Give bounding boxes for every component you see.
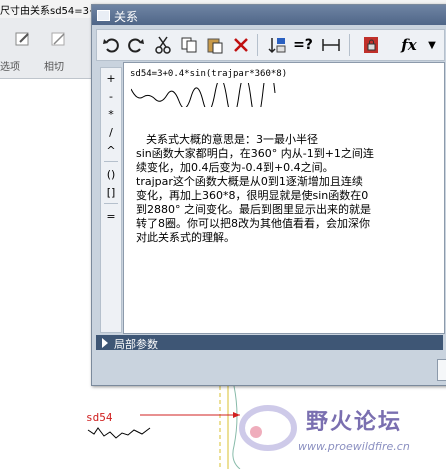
watermark-title: 野火论坛	[306, 410, 403, 435]
scroll-button[interactable]	[437, 359, 446, 381]
note-line: 到2880° 之间变化。最后到图里显示出来的就是	[136, 203, 371, 216]
expand-arrow-icon[interactable]	[102, 338, 108, 348]
power-operator-button[interactable]: ^	[101, 144, 121, 157]
toolbar-separator	[257, 34, 258, 56]
toolbar-separator	[349, 34, 350, 56]
relations-dialog: 关系 =? fx ▼ + - * / ^ () [] = sd54=3+0.4*…	[91, 4, 446, 386]
sine-wave-sketch	[131, 83, 276, 107]
delete-icon[interactable]	[229, 33, 253, 57]
brackets-operator-button[interactable]: []	[101, 186, 121, 199]
dimension-label-sd54[interactable]: sd54	[86, 411, 113, 424]
copy-icon[interactable]	[177, 33, 201, 57]
function-icon[interactable]: fx	[397, 33, 421, 57]
redo-icon[interactable]	[124, 33, 148, 57]
relation-expression[interactable]: sd54=3+0.4*sin(trajpar*360*8)	[130, 69, 287, 79]
plus-operator-button[interactable]: +	[101, 72, 121, 85]
relations-editor[interactable]: sd54=3+0.4*sin(trajpar*360*8) 关系式大概的意思是：…	[123, 62, 445, 334]
note-line: sin函数大家都明白，在360° 内从-1到+1之间连	[136, 147, 374, 160]
sort-icon[interactable]	[265, 33, 289, 57]
explanation-note: 关系式大概的意思是：3一最小半径 sin函数大家都明白，在360° 内从-1到+…	[136, 133, 436, 245]
multiply-operator-button[interactable]: *	[101, 108, 121, 121]
note-line: trajpar这个函数大概是从0到1逐渐增加且连续	[136, 175, 363, 188]
curve-sketch	[87, 427, 151, 439]
parentheses-operator-button[interactable]: ()	[101, 168, 121, 181]
measure-icon[interactable]	[319, 33, 343, 57]
background-title: 尺寸由关系sd54=3+	[0, 6, 98, 17]
note-line: 关系式大概的意思是：3一最小半径	[146, 133, 318, 146]
undo-icon[interactable]	[99, 33, 123, 57]
paste-icon[interactable]	[203, 33, 227, 57]
options-label[interactable]: 选项	[0, 58, 20, 73]
dialog-title-bar[interactable]: 关系	[92, 5, 446, 25]
relations-toolbar: =? fx ▼	[96, 29, 445, 61]
divide-operator-button[interactable]: /	[101, 126, 121, 139]
palette-divider	[104, 161, 118, 162]
options-tool-icon[interactable]	[14, 30, 32, 48]
tangent-label[interactable]: 相切	[44, 58, 64, 73]
dimension-arrow	[140, 412, 240, 418]
tangent-tool-icon[interactable]	[50, 30, 68, 48]
cut-icon[interactable]	[151, 33, 175, 57]
note-line: 对此关系式的理解。	[136, 231, 235, 244]
dialog-window-icon	[97, 10, 110, 21]
watermark-logo-icon	[239, 405, 297, 451]
note-line: 转了8圈。你可以把8改为其他值看看，会加深你	[136, 217, 370, 230]
background-ribbon: 选项 相切	[0, 18, 92, 79]
lock-icon[interactable]	[359, 33, 383, 57]
minus-operator-button[interactable]: -	[101, 90, 121, 103]
watermark-url: www.proewildfire.cn	[298, 440, 410, 453]
note-line: 续变化，加0.4后变为-0.4到+0.4之间。	[136, 161, 334, 174]
palette-divider	[104, 203, 118, 204]
evaluate-icon[interactable]: =?	[291, 33, 315, 57]
equals-operator-button[interactable]: =	[101, 210, 121, 223]
note-line: 变化，再加上360*8，很明显就是使sin函数在0	[136, 189, 369, 202]
local-parameters-section[interactable]: 局部参数	[96, 335, 443, 351]
dialog-title: 关系	[114, 10, 139, 24]
chevron-down-icon[interactable]: ▼	[420, 33, 444, 57]
local-parameters-label: 局部参数	[114, 338, 158, 351]
operator-palette: + - * / ^ () [] =	[100, 67, 122, 333]
